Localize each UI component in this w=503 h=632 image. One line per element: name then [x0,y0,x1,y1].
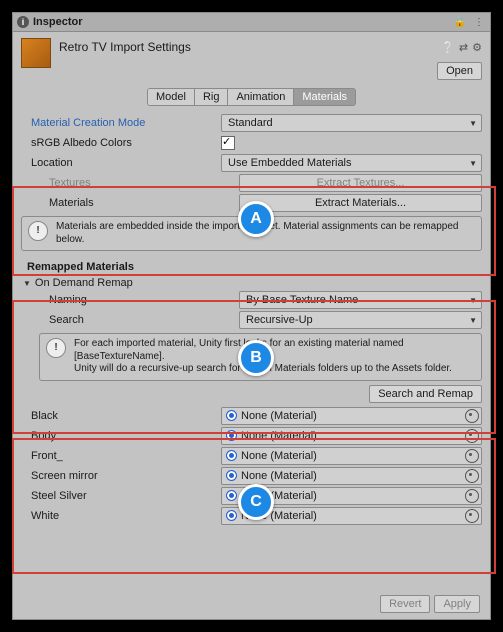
object-picker-icon[interactable] [465,509,479,523]
embedded-materials-info: ! Materials are embedded inside the impo… [21,216,482,251]
search-dropdown[interactable]: Recursive-Up▼ [239,311,482,329]
importer-tabs: Model Rig Animation Materials [13,88,490,106]
material-slot-field[interactable]: None (Material) [221,467,482,485]
on-demand-remap-foldout[interactable]: ▼ On Demand Remap [21,275,482,291]
warning-icon: ! [28,221,48,241]
preset-icon[interactable]: ⇄ [459,41,468,54]
open-button[interactable]: Open [437,62,482,80]
material-slot-field[interactable]: None (Material) [221,407,482,425]
srgb-checkbox[interactable] [221,136,235,150]
material-slot-field[interactable]: None (Material) [221,427,482,445]
material-slot-field[interactable]: None (Material) [221,487,482,505]
naming-dropdown[interactable]: By Base Texture Name▼ [239,291,482,309]
tab-model[interactable]: Model [148,89,195,105]
object-picker-icon[interactable] [465,449,479,463]
material-slot-field[interactable]: None (Material) [221,507,482,525]
location-label: Location [21,157,221,169]
info-icon: i [17,16,29,28]
chevron-down-icon: ▼ [469,316,477,325]
location-dropdown[interactable]: Use Embedded Materials▼ [221,154,482,172]
warning-icon: ! [46,338,66,358]
header-tool-icons: ❔ ⇄ ⚙ [441,38,482,56]
material-creation-mode-label: Material Creation Mode [21,117,221,129]
material-slot-label: Black [21,410,221,422]
search-label: Search [21,314,239,326]
footer-buttons: Revert Apply [380,595,480,613]
object-field-icon [226,490,237,501]
materials-label: Materials [21,197,239,209]
apply-button[interactable]: Apply [434,595,480,613]
object-picker-icon[interactable] [465,409,479,423]
object-picker-icon[interactable] [465,469,479,483]
textures-label: Textures [21,177,239,189]
srgb-label: sRGB Albedo Colors [21,137,221,149]
object-picker-icon[interactable] [465,489,479,503]
object-picker-icon[interactable] [465,429,479,443]
chevron-down-icon: ▼ [469,159,477,168]
tab-animation[interactable]: Animation [228,89,294,105]
extract-textures-button: Extract Textures... [239,174,482,192]
foldout-arrow-icon: ▼ [23,279,31,288]
naming-label: Naming [21,294,239,306]
object-field-icon [226,450,237,461]
panel-header: i Inspector 🔒 ⋮ [13,13,490,32]
material-slot-label: Body [21,430,221,442]
extract-materials-button[interactable]: Extract Materials... [239,194,482,212]
asset-title: Retro TV Import Settings [59,38,429,54]
asset-icon [21,38,51,68]
chevron-down-icon: ▼ [469,119,477,128]
remap-info: ! For each imported material, Unity firs… [39,333,482,381]
inspector-panel: i Inspector 🔒 ⋮ Retro TV Import Settings… [12,12,491,620]
remap-info-text: For each imported material, Unity first … [74,338,475,376]
material-slot-field[interactable]: None (Material) [221,447,482,465]
tab-rig[interactable]: Rig [195,89,229,105]
material-slot-label: White [21,510,221,522]
settings-icon[interactable]: ⚙ [472,41,482,54]
object-field-icon [226,430,237,441]
revert-button[interactable]: Revert [380,595,430,613]
on-demand-remap-label: On Demand Remap [35,277,133,289]
object-field-icon [226,470,237,481]
remapped-materials-header: Remapped Materials [21,255,482,275]
material-slot-label: Screen mirror [21,470,221,482]
object-field-icon [226,410,237,421]
search-and-remap-button[interactable]: Search and Remap [369,385,482,403]
tab-materials[interactable]: Materials [294,89,355,105]
chevron-down-icon: ▼ [469,296,477,305]
material-creation-mode-dropdown[interactable]: Standard▼ [221,114,482,132]
menu-icon[interactable]: ⋮ [472,17,486,28]
embedded-materials-text: Materials are embedded inside the import… [56,221,475,246]
asset-header: Retro TV Import Settings ❔ ⇄ ⚙ Open [13,32,490,86]
panel-title: Inspector [33,16,83,28]
material-slot-label: Steel Silver [21,490,221,502]
object-field-icon [226,510,237,521]
lock-icon[interactable]: 🔒 [452,17,468,28]
help-icon[interactable]: ❔ [441,41,455,54]
material-slot-label: Front_ [21,450,221,462]
